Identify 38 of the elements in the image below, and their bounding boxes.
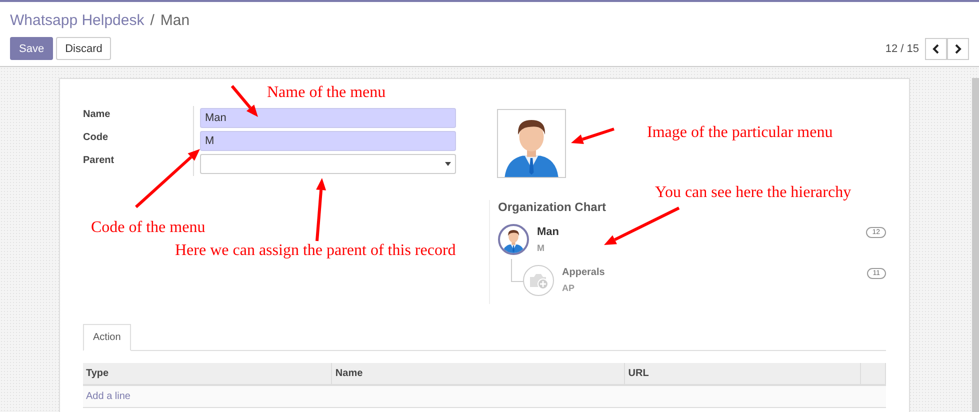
annotation-text: Here we can assign the parent of this record [175,242,456,260]
node-code: M [537,243,546,253]
chevron-left-icon [932,44,940,54]
tab[interactable]: Action [83,324,131,351]
node-name[interactable]: Man [537,226,559,238]
caret-icon [445,162,451,166]
chevron-right-icon [954,44,962,54]
dropdown-field[interactable] [200,154,456,174]
discard-button[interactable]: Discard [56,37,112,60]
next-button[interactable] [947,38,969,60]
pager-counter: 12 / 15 [885,42,919,54]
column-header[interactable]: Name [332,363,625,385]
node-name[interactable]: Apperals [562,267,605,278]
breadcrumb-link[interactable]: Whatsapp Helpdesk [10,12,144,28]
field-label: Parent [83,155,116,168]
field-label: Name [83,109,112,122]
scrollbar[interactable] [972,78,979,412]
annotation-text: Code of the menu [91,219,206,237]
avatar-image[interactable] [497,109,566,178]
arrow [135,149,200,208]
section-title: Organization Chart [498,200,608,214]
field-label: Code [83,132,109,145]
annotation-text: Image of the particular menu [647,124,833,142]
input-field[interactable]: Man [200,108,456,128]
input-field[interactable]: M [200,131,456,151]
arrow [230,85,258,117]
column-header[interactable]: Type [83,363,332,385]
breadcrumb-separator: / [150,12,154,28]
save-button[interactable]: Save [10,37,54,60]
arrow [316,178,326,242]
node-code: AP [562,283,576,293]
breadcrumb-current: Man [160,12,190,28]
add-line-link[interactable]: Add a line [86,391,130,402]
previous-button[interactable] [925,38,947,60]
annotation-text: Name of the menu [267,84,386,102]
annotation-text: You can see here the hierarchy [655,184,852,202]
column-header[interactable]: URL [624,363,860,385]
arrow [571,128,614,144]
